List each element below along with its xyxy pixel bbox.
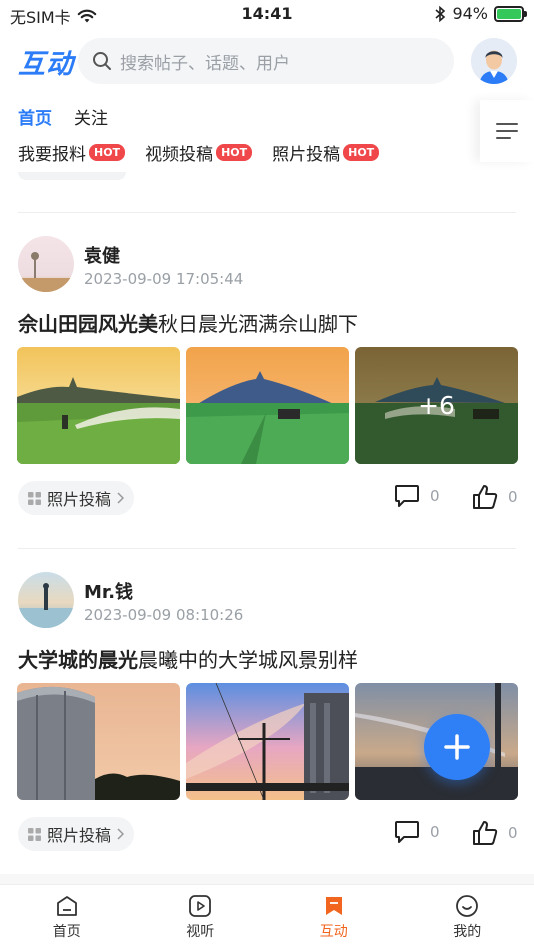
nav-media-label: 视听 [186,924,215,940]
like-count: 0 [508,824,518,842]
post-tag[interactable]: 照片投稿 [18,481,135,515]
nav-interact-label: 互动 [319,924,348,940]
nav-mine[interactable]: 我的 [401,885,534,950]
category-bar: 我要报料 HOT 视频投稿 HOT 照片投稿 HOT [18,140,380,165]
post-image[interactable] [186,347,349,464]
section-divider [0,874,534,884]
nav-media[interactable]: 视听 [134,885,268,950]
search-icon [93,52,111,70]
bottom-navigation: 首页 视听 互动 我的 [0,884,534,950]
category-video[interactable]: 视频投稿 HOT [145,140,253,165]
hot-badge: HOT [89,144,126,161]
category-label: 视频投稿 [145,145,214,165]
nav-home[interactable]: 首页 [0,885,134,950]
hot-badge: HOT [343,144,380,161]
post-image[interactable] [17,683,180,800]
category-label: 照片投稿 [272,145,341,165]
scrolled-content-edge [18,172,126,180]
chevron-right-icon [117,492,125,504]
post-username[interactable]: 袁健 [84,242,120,268]
app-header: 互动 搜索帖子、话题、用户 [0,38,534,84]
thumbs-up-icon [473,821,498,845]
category-label: 我要报料 [18,145,86,165]
menu-button[interactable] [480,100,534,162]
bookmark-icon [325,897,342,915]
user-avatar[interactable] [471,38,517,84]
post-tag-label: 照片投稿 [47,826,112,845]
battery-fill [497,8,522,19]
post-title[interactable]: 佘山田园风光美秋日晨光洒满佘山脚下 [18,308,358,337]
tab-follow[interactable]: 关注 [74,104,108,129]
post-title-rest: 晨曦中的大学城风景别样 [138,648,358,672]
like-button[interactable]: 0 [472,820,518,846]
avatar-image [18,572,74,628]
category-report[interactable]: 我要报料 HOT [18,140,126,165]
search-bar[interactable]: 搜索帖子、话题、用户 [78,38,454,84]
post-image[interactable] [186,683,349,800]
tab-home[interactable]: 首页 [18,104,52,129]
comment-button[interactable]: 0 [394,820,440,844]
comment-button[interactable]: 0 [394,484,440,508]
new-post-button[interactable] [424,714,490,780]
search-placeholder: 搜索帖子、话题、用户 [120,53,290,74]
feed-tabs: 首页 关注 [18,104,108,129]
divider [18,548,516,549]
comment-icon [395,485,419,507]
thumbs-up-icon [473,485,498,509]
divider [18,212,516,213]
plus-icon [444,734,470,760]
play-icon [189,895,212,917]
more-images-count: +6 [418,391,455,420]
battery-icon [494,5,527,22]
post-image[interactable]: +6 [355,347,518,464]
post-tag[interactable]: 照片投稿 [18,817,135,851]
post-image[interactable] [17,347,180,464]
smile-icon [456,895,479,917]
menu-lines-icon [496,123,518,139]
grid-icon [28,491,41,505]
post-title[interactable]: 大学城的晨光晨曦中的大学城风景别样 [18,644,358,673]
battery-percent: 94% [452,4,488,23]
bluetooth-icon [435,5,446,22]
comment-icon [395,821,419,843]
nav-interact[interactable]: 互动 [267,885,401,950]
category-photo[interactable]: 照片投稿 HOT [272,140,380,165]
status-right: 94% [434,4,527,23]
post-avatar[interactable] [18,572,74,628]
app-logo: 互动 [18,49,74,80]
avatar-image [18,236,74,292]
comment-count: 0 [430,823,440,841]
post-date: 2023-09-09 17:05:44 [84,270,244,288]
post-tag-label: 照片投稿 [47,490,112,509]
hot-badge: HOT [216,144,253,161]
home-icon [56,896,77,916]
comment-count: 0 [430,487,440,505]
chevron-right-icon [117,828,125,840]
status-bar: 无SIM卡 14:41 94% [0,0,534,30]
post-title-bold: 大学城的晨光 [18,648,138,672]
post-images: +6 [17,347,518,464]
post-avatar[interactable] [18,236,74,292]
nav-mine-label: 我的 [453,924,482,940]
avatar-icon [471,38,517,84]
post-username[interactable]: Mr.钱 [84,578,133,604]
grid-icon [28,827,41,841]
like-count: 0 [508,488,518,506]
nav-home-label: 首页 [52,924,81,940]
post-title-bold: 佘山田园风光美 [18,312,158,336]
post-title-rest: 秋日晨光洒满佘山脚下 [158,312,358,336]
post-date: 2023-09-09 08:10:26 [84,606,244,624]
like-button[interactable]: 0 [472,484,518,510]
